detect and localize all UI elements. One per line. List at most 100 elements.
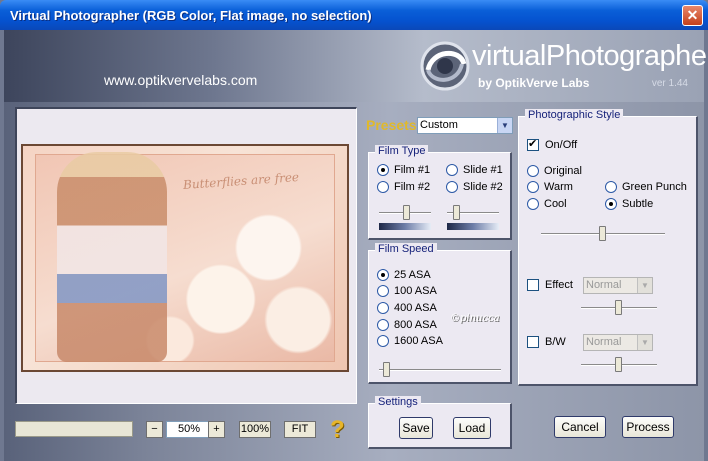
chevron-down-icon: ▼	[497, 118, 512, 133]
film-type-slider-2[interactable]	[447, 205, 499, 220]
watermark: ©pinucca	[450, 313, 500, 324]
presets-label: Presets	[366, 117, 417, 133]
window-title: Virtual Photographer (RGB Color, Flat im…	[10, 8, 372, 23]
option-label: Green Punch	[622, 181, 687, 193]
zoom-in-button[interactable]: +	[208, 421, 225, 438]
film-type-panel: Film Type Film #1 Film #2 Slide #1 Slide…	[368, 145, 512, 240]
photographic-style-panel: Photographic Style On/Off Original Warm …	[518, 109, 698, 386]
logo-text: virtualPhotographer	[472, 40, 708, 72]
option-label: 800 ASA	[394, 319, 437, 331]
option-label: On/Off	[545, 139, 578, 151]
radio-icon	[377, 164, 389, 176]
film-speed-1600-radio[interactable]: 1600 ASA	[377, 335, 443, 347]
preview-panel: Butterflies are free	[15, 107, 357, 404]
presets-dropdown[interactable]: Custom ▼	[417, 117, 513, 134]
radio-icon	[377, 269, 389, 281]
process-button[interactable]: Process	[622, 416, 674, 438]
load-button[interactable]: Load	[453, 417, 491, 439]
radio-icon	[377, 302, 389, 314]
help-icon[interactable]: ?	[330, 416, 345, 444]
zoom-fit-button[interactable]: FIT	[284, 421, 316, 438]
chevron-down-icon: ▼	[637, 335, 652, 350]
radio-icon	[605, 181, 617, 193]
style-warm-radio[interactable]: Warm	[527, 181, 573, 193]
checkbox-icon	[527, 137, 539, 151]
film-type-film2-radio[interactable]: Film #2	[377, 181, 430, 193]
photo-figure	[57, 152, 167, 362]
option-label: B/W	[545, 336, 566, 348]
photographic-style-label: Photographic Style	[525, 109, 624, 121]
radio-icon	[527, 198, 539, 210]
radio-icon	[377, 335, 389, 347]
version-label: ver 1.44	[651, 78, 688, 89]
save-button[interactable]: Save	[399, 417, 433, 439]
zoom-100-button[interactable]: 100%	[239, 421, 271, 438]
film-speed-slider[interactable]	[379, 362, 501, 377]
option-label: Film #2	[394, 181, 431, 193]
film-type-slider-1[interactable]	[379, 205, 431, 220]
logo-swirl-icon	[420, 41, 470, 91]
radio-icon	[377, 285, 389, 297]
cancel-button[interactable]: Cancel	[554, 416, 606, 438]
bw-checkbox[interactable]: B/W	[527, 336, 566, 348]
option-label: 25 ASA	[394, 269, 431, 281]
film-speed-400-radio[interactable]: 400 ASA	[377, 302, 437, 314]
logo: virtualPhotographer by OptikVerve Labs v…	[420, 36, 708, 98]
checkbox-icon	[527, 336, 539, 348]
film-speed-100-radio[interactable]: 100 ASA	[377, 285, 437, 297]
chevron-down-icon: ▼	[637, 278, 652, 293]
option-label: 1600 ASA	[394, 335, 443, 347]
radio-icon	[377, 319, 389, 331]
option-label: Film #1	[394, 164, 431, 176]
radio-icon	[527, 181, 539, 193]
radio-icon	[446, 181, 458, 193]
effect-checkbox[interactable]: Effect	[527, 279, 573, 291]
gradient-bar-2	[447, 223, 499, 230]
style-green-punch-radio[interactable]: Green Punch	[605, 181, 687, 193]
bw-slider[interactable]	[581, 357, 657, 372]
option-label: Effect	[545, 279, 573, 291]
dialog-body: www.optikvervelabs.com virtualPhotograph…	[4, 30, 708, 461]
radio-icon	[527, 165, 539, 177]
effect-slider[interactable]	[581, 300, 657, 315]
bw-value: Normal	[586, 336, 622, 348]
style-subtle-radio[interactable]: Subtle	[605, 198, 653, 210]
film-speed-label: Film Speed	[375, 243, 437, 255]
on-off-checkbox[interactable]: On/Off	[527, 137, 578, 151]
style-original-radio[interactable]: Original	[527, 165, 582, 177]
bw-dropdown[interactable]: Normal ▼	[583, 334, 653, 351]
film-type-slide1-radio[interactable]: Slide #1	[446, 164, 503, 176]
settings-label: Settings	[375, 396, 421, 408]
film-speed-800-radio[interactable]: 800 ASA	[377, 319, 437, 331]
film-speed-25-radio[interactable]: 25 ASA	[377, 269, 431, 281]
title-bar: Virtual Photographer (RGB Color, Flat im…	[0, 0, 708, 30]
close-button[interactable]: ✕	[682, 5, 703, 26]
checkbox-icon	[527, 279, 539, 291]
minus-icon: −	[151, 423, 158, 435]
settings-panel: Settings Save Load	[368, 396, 512, 449]
option-label: 400 ASA	[394, 302, 437, 314]
option-label: Warm	[544, 181, 573, 193]
effect-dropdown[interactable]: Normal ▼	[583, 277, 653, 294]
option-label: 100 ASA	[394, 285, 437, 297]
logo-subtitle: by OptikVerve Labs	[478, 76, 590, 90]
zoom-out-button[interactable]: −	[146, 421, 163, 438]
zoom-level: 50%	[166, 421, 212, 438]
option-label: Cool	[544, 198, 567, 210]
effect-value: Normal	[586, 279, 622, 291]
film-type-film1-radio[interactable]: Film #1	[377, 164, 430, 176]
site-url[interactable]: www.optikvervelabs.com	[104, 72, 257, 88]
option-label: Subtle	[622, 198, 654, 210]
film-type-slide2-radio[interactable]: Slide #2	[446, 181, 503, 193]
radio-icon	[605, 198, 617, 210]
option-label: Original	[544, 165, 582, 177]
presets-value: Custom	[420, 119, 458, 131]
preview-image[interactable]: Butterflies are free	[21, 144, 349, 372]
progress-bar	[15, 421, 133, 437]
style-cool-radio[interactable]: Cool	[527, 198, 567, 210]
plus-icon: +	[213, 423, 220, 435]
option-label: Slide #1	[463, 164, 503, 176]
style-intensity-slider[interactable]	[541, 226, 665, 241]
radio-icon	[377, 181, 389, 193]
option-label: Slide #2	[463, 181, 503, 193]
